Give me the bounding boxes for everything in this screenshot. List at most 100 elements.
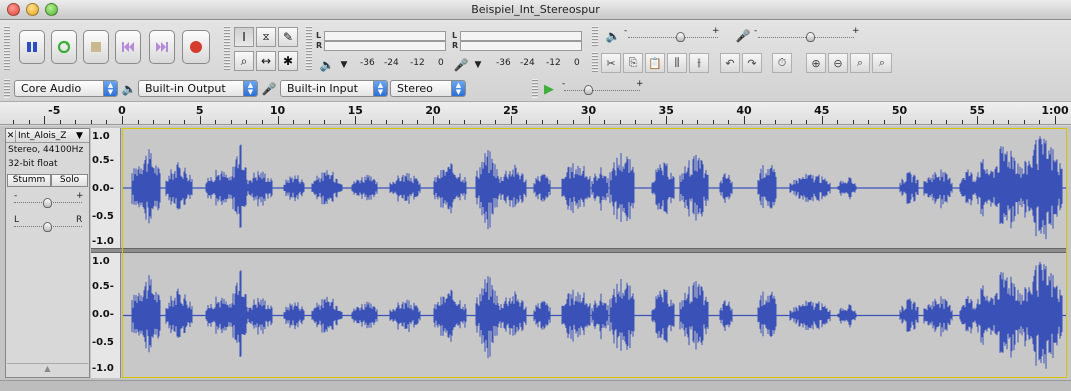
paste-button[interactable]: 📋	[645, 53, 665, 73]
ch1-label-m05: -0.5	[92, 211, 114, 222]
ruler-tick	[75, 120, 77, 124]
close-track-icon[interactable]: ✕	[6, 129, 16, 142]
input-channels-dropdown[interactable]: Stereo ▲ ▼	[390, 80, 466, 97]
skip-to-end-button[interactable]	[149, 30, 175, 64]
channel-1-waveform[interactable]	[122, 128, 1067, 248]
playback-meter-right[interactable]	[324, 41, 446, 51]
chevron-updown-icon: ▲ ▼	[243, 81, 257, 96]
stop-button[interactable]	[83, 30, 109, 64]
edit-toolbar-grip[interactable]	[592, 52, 598, 72]
undo-button[interactable]: ↶	[720, 53, 740, 73]
redo-icon: ↷	[747, 56, 757, 70]
pan-knob[interactable]	[43, 222, 52, 232]
mute-button[interactable]: Stumm	[7, 174, 51, 187]
selection-tool-button[interactable]: I	[234, 27, 254, 47]
audio-host-dropdown[interactable]: Core Audio ▲ ▼	[14, 80, 118, 97]
input-volume-knob[interactable]	[806, 32, 815, 42]
ch2-label-1: 1.0	[92, 256, 110, 267]
track-name-button[interactable]: Int_Alois_Z	[16, 131, 76, 141]
ruler-tick	[386, 120, 388, 124]
output-device-dropdown[interactable]: Built-in Output ▲ ▼	[138, 80, 258, 97]
record-meter-right[interactable]	[460, 41, 582, 51]
record-button[interactable]	[182, 30, 210, 64]
playback-meter-right-label: R	[316, 41, 323, 50]
trim-button[interactable]: ⫼	[667, 53, 687, 73]
status-bar	[0, 380, 1071, 391]
playback-meter-menu-icon[interactable]: ▼	[335, 56, 353, 74]
output-volume-knob[interactable]	[676, 32, 685, 42]
ruler-tick	[44, 116, 46, 124]
gain-knob[interactable]	[43, 198, 52, 208]
ruler-tick	[106, 120, 108, 124]
ruler-tick	[930, 120, 932, 124]
track-menu-chevron-icon[interactable]: ▼	[76, 131, 83, 141]
meter-toolbar-grip[interactable]	[306, 26, 312, 70]
draw-tool-button[interactable]: ✎	[278, 27, 298, 47]
chevron-updown-icon: ▲ ▼	[451, 81, 465, 96]
zoom-out-button[interactable]: ⊖	[828, 53, 848, 73]
input-device-mic-icon: 🎤	[261, 82, 277, 96]
title-bar: Beispiel_Int_Stereospur	[0, 0, 1071, 20]
record-meter-menu-icon[interactable]: ▼	[469, 56, 487, 74]
playback-scale-12: -12	[410, 58, 425, 68]
play-icon: ▶	[544, 81, 554, 97]
cut-button[interactable]: ✂	[601, 53, 621, 73]
playback-meter-left[interactable]	[324, 31, 446, 41]
multi-tool-button[interactable]: ✱	[278, 51, 298, 71]
input-device-dropdown[interactable]: Built-in Input ▲ ▼	[280, 80, 388, 97]
ruler-tick	[277, 116, 279, 124]
zoom-tool-button[interactable]: ⌕	[234, 51, 254, 71]
play-at-speed-button[interactable]: ▶	[540, 80, 558, 98]
ruler-tick	[215, 120, 217, 124]
copy-button[interactable]: ⎘	[623, 53, 643, 73]
ruler-tick	[355, 116, 357, 124]
playback-meter-speaker-icon[interactable]: 🔈	[318, 56, 336, 74]
ruler-tick	[433, 116, 434, 124]
channel-2-amplitude-ruler[interactable]: 1.0 0.5- 0.0- -0.5 -1.0	[91, 253, 121, 378]
output-device-speaker-icon: 🔈	[121, 82, 137, 96]
paste-icon: 📋	[648, 56, 662, 70]
record-scale-24: -24	[520, 58, 535, 68]
ruler-tick	[557, 120, 559, 124]
ruler-tick	[510, 116, 512, 124]
ruler-tick	[806, 120, 808, 124]
envelope-tool-button[interactable]: ⧖	[256, 27, 276, 47]
pause-button[interactable]	[19, 30, 45, 64]
undo-icon: ↶	[725, 56, 735, 70]
timeline-ruler[interactable]: -5 0 5 10 15 20 25 30 35 40 45 50 55 1:00	[0, 101, 1071, 125]
window-title: Beispiel_Int_Stereospur	[471, 3, 600, 16]
record-meter-left[interactable]	[460, 31, 582, 41]
play-speed-knob[interactable]	[584, 85, 593, 95]
magnifier-icon: ⌕	[240, 53, 248, 68]
ruler-tick	[977, 116, 979, 124]
sync-lock-button[interactable]: ⏱	[772, 53, 792, 73]
output-volume-slider[interactable]	[628, 30, 718, 38]
transcription-toolbar-grip[interactable]	[532, 79, 538, 98]
channel-1-amplitude-ruler[interactable]: 1.0 0.5- 0.0- -0.5 -1.0	[91, 128, 121, 248]
pencil-icon: ✎	[282, 30, 294, 44]
ruler-tick	[293, 120, 295, 124]
play-speed-slider[interactable]	[564, 83, 640, 91]
loop-play-button[interactable]	[51, 30, 77, 64]
fit-project-button[interactable]: ⌕	[872, 53, 892, 73]
ruler-tick	[90, 120, 92, 124]
solo-button[interactable]: Solo	[51, 174, 88, 187]
chevron-updown-icon: ▲ ▼	[103, 81, 117, 96]
time-shift-tool-button[interactable]: ↔	[256, 51, 276, 71]
tools-toolbar-grip[interactable]	[224, 26, 230, 70]
mixer-toolbar-grip[interactable]	[592, 26, 598, 46]
zoom-in-button[interactable]: ⊕	[806, 53, 826, 73]
collapse-track-button[interactable]: ▲	[7, 363, 88, 375]
skip-to-start-button[interactable]	[115, 30, 141, 64]
clock-icon: ⏱	[777, 56, 787, 69]
ruler-tick	[168, 120, 170, 124]
channel-2-waveform[interactable]	[122, 253, 1067, 378]
silence-button[interactable]: ⫲	[689, 53, 709, 73]
fit-selection-button[interactable]: ⌕	[850, 53, 870, 73]
redo-button[interactable]: ↷	[742, 53, 762, 73]
device-toolbar-grip[interactable]	[4, 79, 10, 98]
transport-toolbar-grip[interactable]	[4, 26, 10, 70]
ruler-tick	[837, 120, 839, 124]
record-meter-mic-icon[interactable]: 🎤	[452, 56, 470, 74]
ruler-tick	[604, 120, 606, 124]
